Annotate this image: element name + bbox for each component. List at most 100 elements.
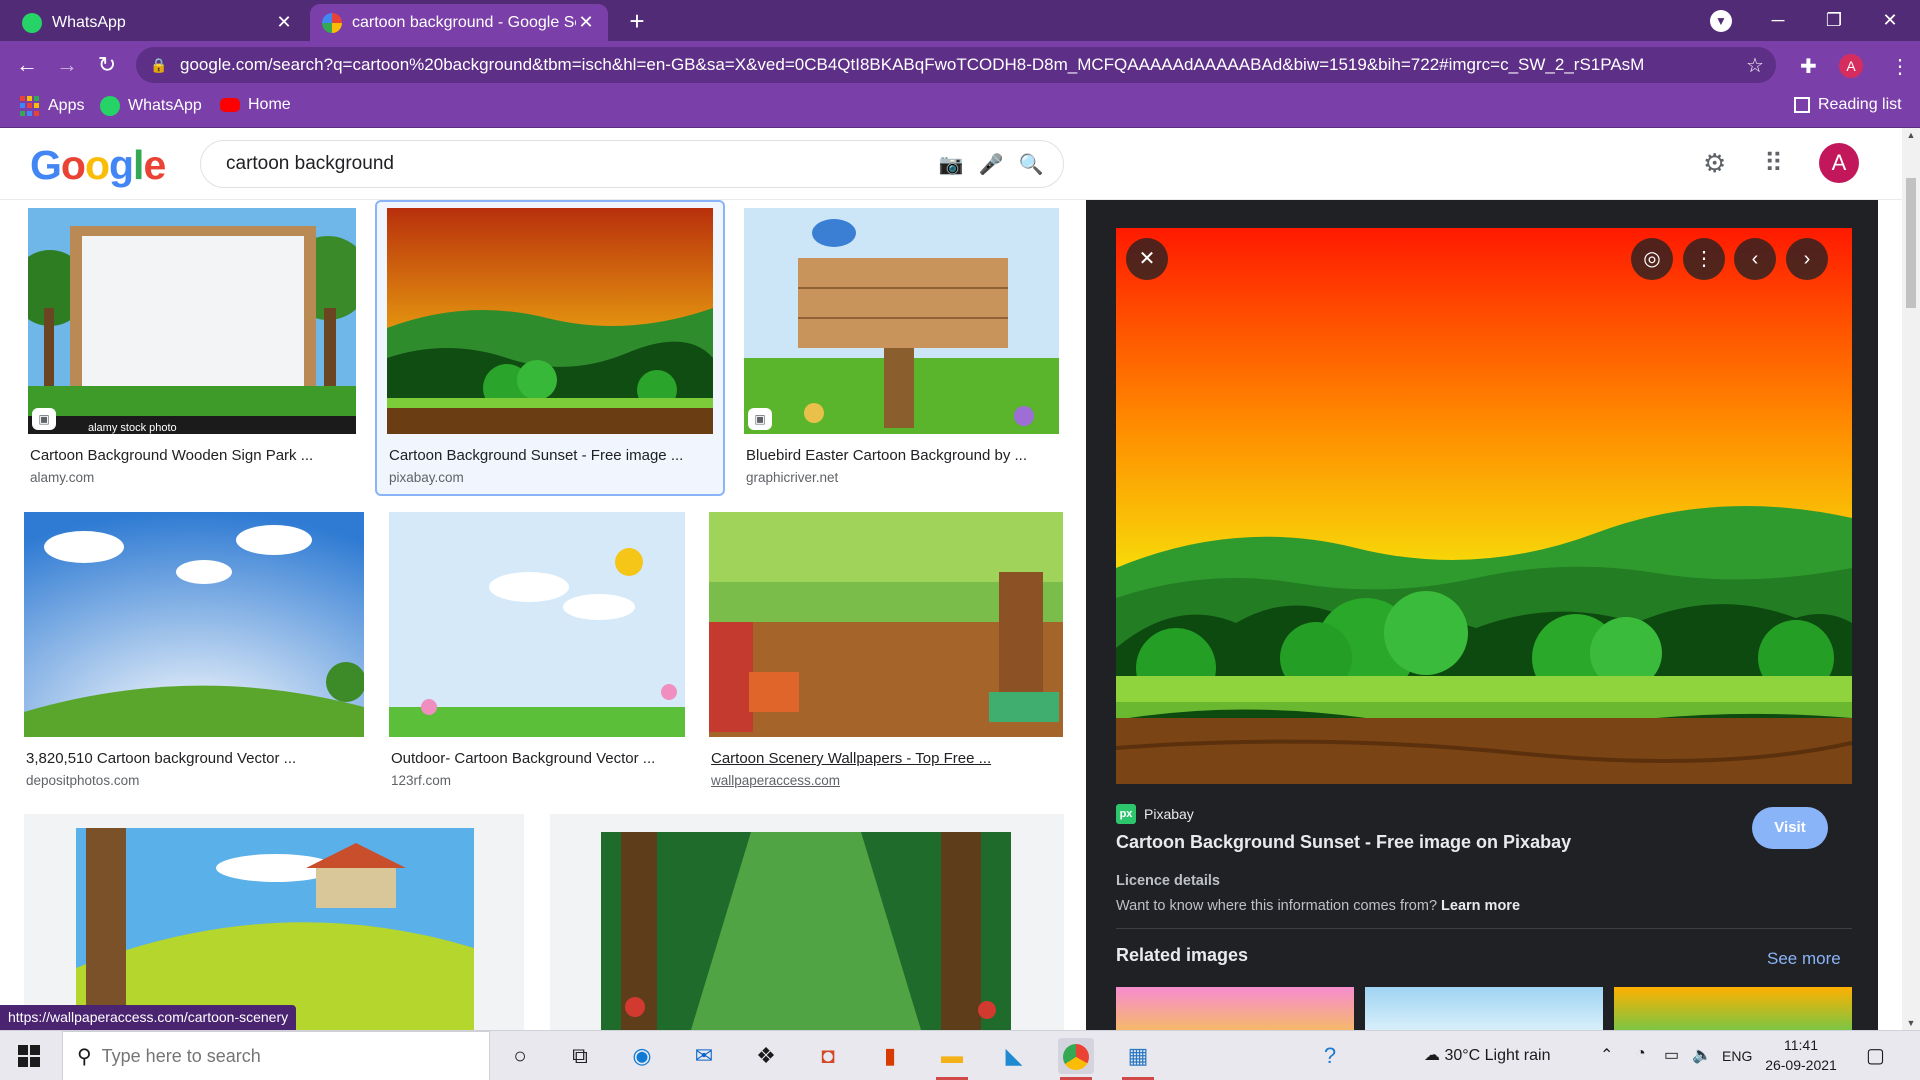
search-icon[interactable]: 🔍 — [1011, 152, 1051, 177]
mail-icon[interactable]: ✉ — [686, 1038, 722, 1074]
tab-search-dropdown-icon[interactable]: ▼ — [1710, 10, 1732, 32]
visit-button[interactable]: Visit — [1752, 807, 1828, 849]
help-icon[interactable]: ? — [1312, 1038, 1348, 1074]
tab-google-images[interactable]: cartoon background - Google Se ✕ — [310, 4, 608, 41]
result-caption[interactable]: Bluebird Easter Cartoon Background by ..… — [746, 447, 1027, 464]
result-caption[interactable]: Cartoon Scenery Wallpapers - Top Free ..… — [711, 750, 991, 767]
image-result[interactable]: 3,820,510 Cartoon background Vector ... … — [24, 512, 364, 792]
result-thumbnail[interactable]: alamy stock photo ▣ — [28, 208, 356, 434]
search-input[interactable] — [226, 153, 931, 175]
photos-icon[interactable]: ▦ — [1120, 1038, 1156, 1080]
result-source[interactable]: depositphotos.com — [26, 773, 139, 788]
result-thumbnail[interactable] — [387, 208, 713, 434]
image-result-selected[interactable]: Cartoon Background Sunset - Free image .… — [387, 208, 717, 488]
result-thumbnail[interactable] — [389, 512, 685, 737]
previous-image-icon[interactable]: ‹ — [1734, 238, 1776, 280]
close-preview-icon[interactable]: ✕ — [1126, 238, 1168, 280]
related-image-thumbnail[interactable] — [1116, 987, 1354, 1030]
result-source[interactable]: pixabay.com — [389, 470, 464, 485]
preview-title[interactable]: Cartoon Background Sunset - Free image o… — [1116, 832, 1571, 853]
extensions-icon[interactable]: ✚ — [1800, 54, 1817, 79]
taskbar-search-input[interactable] — [101, 1045, 334, 1067]
language-indicator[interactable]: ENG — [1722, 1048, 1752, 1064]
restore-icon[interactable]: ❐ — [1814, 4, 1854, 36]
battery-icon[interactable]: ▭ — [1664, 1045, 1679, 1065]
result-source[interactable]: alamy.com — [30, 470, 94, 485]
office-icon[interactable]: ◘ — [810, 1038, 846, 1074]
url-text[interactable]: google.com/search?q=cartoon%20background… — [180, 55, 1740, 75]
result-source[interactable]: 123rf.com — [391, 773, 451, 788]
minimize-icon[interactable]: ─ — [1758, 4, 1798, 36]
volume-icon[interactable]: 🔈 — [1692, 1045, 1712, 1065]
result-thumbnail[interactable] — [601, 832, 1011, 1030]
edge-icon[interactable]: ◉ — [624, 1038, 660, 1074]
image-result[interactable]: ▣ Bluebird Easter Cartoon Background by … — [744, 208, 1064, 488]
result-thumbnail[interactable] — [709, 512, 1063, 737]
office-app-icon[interactable]: ▮ — [872, 1038, 908, 1074]
taskbar-search[interactable]: ⚲ — [62, 1031, 490, 1080]
more-options-icon[interactable]: ⋮ — [1683, 238, 1725, 280]
new-tab-button[interactable]: + — [622, 6, 652, 37]
tray-overflow-icon[interactable]: ⌃ — [1600, 1045, 1613, 1065]
back-icon[interactable]: ← — [10, 48, 44, 82]
reading-list[interactable]: Reading list — [1794, 96, 1902, 114]
settings-gear-icon[interactable]: ⚙ — [1703, 148, 1726, 179]
file-explorer-icon[interactable]: ▬ — [934, 1038, 970, 1080]
visual-search-lens-icon[interactable]: ◎ — [1631, 238, 1673, 280]
result-caption[interactable]: Outdoor- Cartoon Background Vector ... — [391, 750, 655, 767]
image-result[interactable]: alamy stock photo ▣ Cartoon Background W… — [28, 208, 358, 488]
chrome-icon[interactable] — [1058, 1038, 1094, 1080]
result-caption[interactable]: 3,820,510 Cartoon background Vector ... — [26, 750, 296, 767]
camera-icon[interactable]: 📷 — [931, 152, 971, 177]
microphone-icon[interactable]: 🎤 — [971, 152, 1011, 177]
preview-source[interactable]: px Pixabay — [1116, 804, 1194, 824]
cortana-icon[interactable]: ○ — [502, 1038, 538, 1074]
weather-widget[interactable]: ☁ 30°C Light rain — [1424, 1045, 1550, 1065]
windows-start-icon[interactable] — [18, 1045, 40, 1067]
result-thumbnail[interactable]: ▣ — [744, 208, 1059, 434]
bookmark-star-icon[interactable]: ☆ — [1740, 53, 1770, 78]
result-source[interactable]: graphicriver.net — [746, 470, 838, 485]
forward-icon[interactable]: → — [50, 48, 84, 82]
bookmark-whatsapp[interactable]: WhatsApp — [100, 96, 202, 116]
google-logo[interactable]: Google — [30, 142, 166, 189]
scroll-up-icon[interactable]: ▲ — [1902, 130, 1920, 140]
reload-icon[interactable]: ↻ — [90, 48, 124, 82]
wifi-icon[interactable]: ◔ — [1636, 1045, 1646, 1063]
menu-icon[interactable]: ⋮ — [1890, 54, 1910, 79]
image-result[interactable] — [550, 814, 1064, 1030]
system-clock[interactable]: 11:41 26-09-2021 — [1756, 1035, 1846, 1075]
page-scrollbar[interactable]: ▲ ▼ — [1902, 128, 1920, 1030]
close-tab-icon[interactable]: ✕ — [274, 12, 294, 33]
preview-image[interactable] — [1116, 228, 1852, 784]
close-tab-icon[interactable]: ✕ — [576, 12, 596, 33]
browser-toolbar: ← → ↻ 🔒 google.com/search?q=cartoon%20ba… — [0, 41, 1920, 88]
image-result-hovered[interactable]: Cartoon Scenery Wallpapers - Top Free ..… — [709, 512, 1064, 792]
tab-whatsapp[interactable]: WhatsApp ✕ — [10, 4, 306, 41]
result-caption[interactable]: Cartoon Background Wooden Sign Park ... — [30, 447, 313, 464]
result-source[interactable]: wallpaperaccess.com — [711, 773, 840, 788]
image-result[interactable] — [24, 814, 524, 1030]
notifications-icon[interactable]: ▢ — [1866, 1043, 1885, 1068]
scroll-thumb[interactable] — [1906, 178, 1916, 308]
vscode-icon[interactable]: ◣ — [996, 1038, 1032, 1074]
profile-avatar[interactable]: A — [1839, 54, 1863, 78]
see-more-link[interactable]: See more — [1767, 949, 1841, 969]
scroll-down-icon[interactable]: ▼ — [1902, 1018, 1920, 1028]
learn-more-link[interactable]: Learn more — [1441, 898, 1520, 914]
dropbox-icon[interactable]: ❖ — [748, 1038, 784, 1074]
result-thumbnail[interactable] — [24, 512, 364, 737]
address-bar[interactable]: 🔒 google.com/search?q=cartoon%20backgrou… — [136, 47, 1776, 83]
google-apps-icon[interactable]: ⠿ — [1764, 148, 1783, 179]
close-window-icon[interactable]: ✕ — [1870, 4, 1910, 36]
related-image-thumbnail[interactable] — [1365, 987, 1603, 1030]
account-avatar[interactable]: A — [1819, 143, 1859, 183]
related-image-thumbnail[interactable] — [1614, 987, 1852, 1030]
next-image-icon[interactable]: › — [1786, 238, 1828, 280]
image-result[interactable]: Outdoor- Cartoon Background Vector ... 1… — [389, 512, 689, 792]
task-view-icon[interactable]: ⧉ — [562, 1038, 598, 1074]
bookmark-apps[interactable]: Apps — [20, 96, 84, 116]
bookmark-home[interactable]: Home — [220, 96, 291, 114]
result-caption[interactable]: Cartoon Background Sunset - Free image .… — [389, 447, 683, 464]
result-thumbnail[interactable] — [76, 828, 474, 1030]
